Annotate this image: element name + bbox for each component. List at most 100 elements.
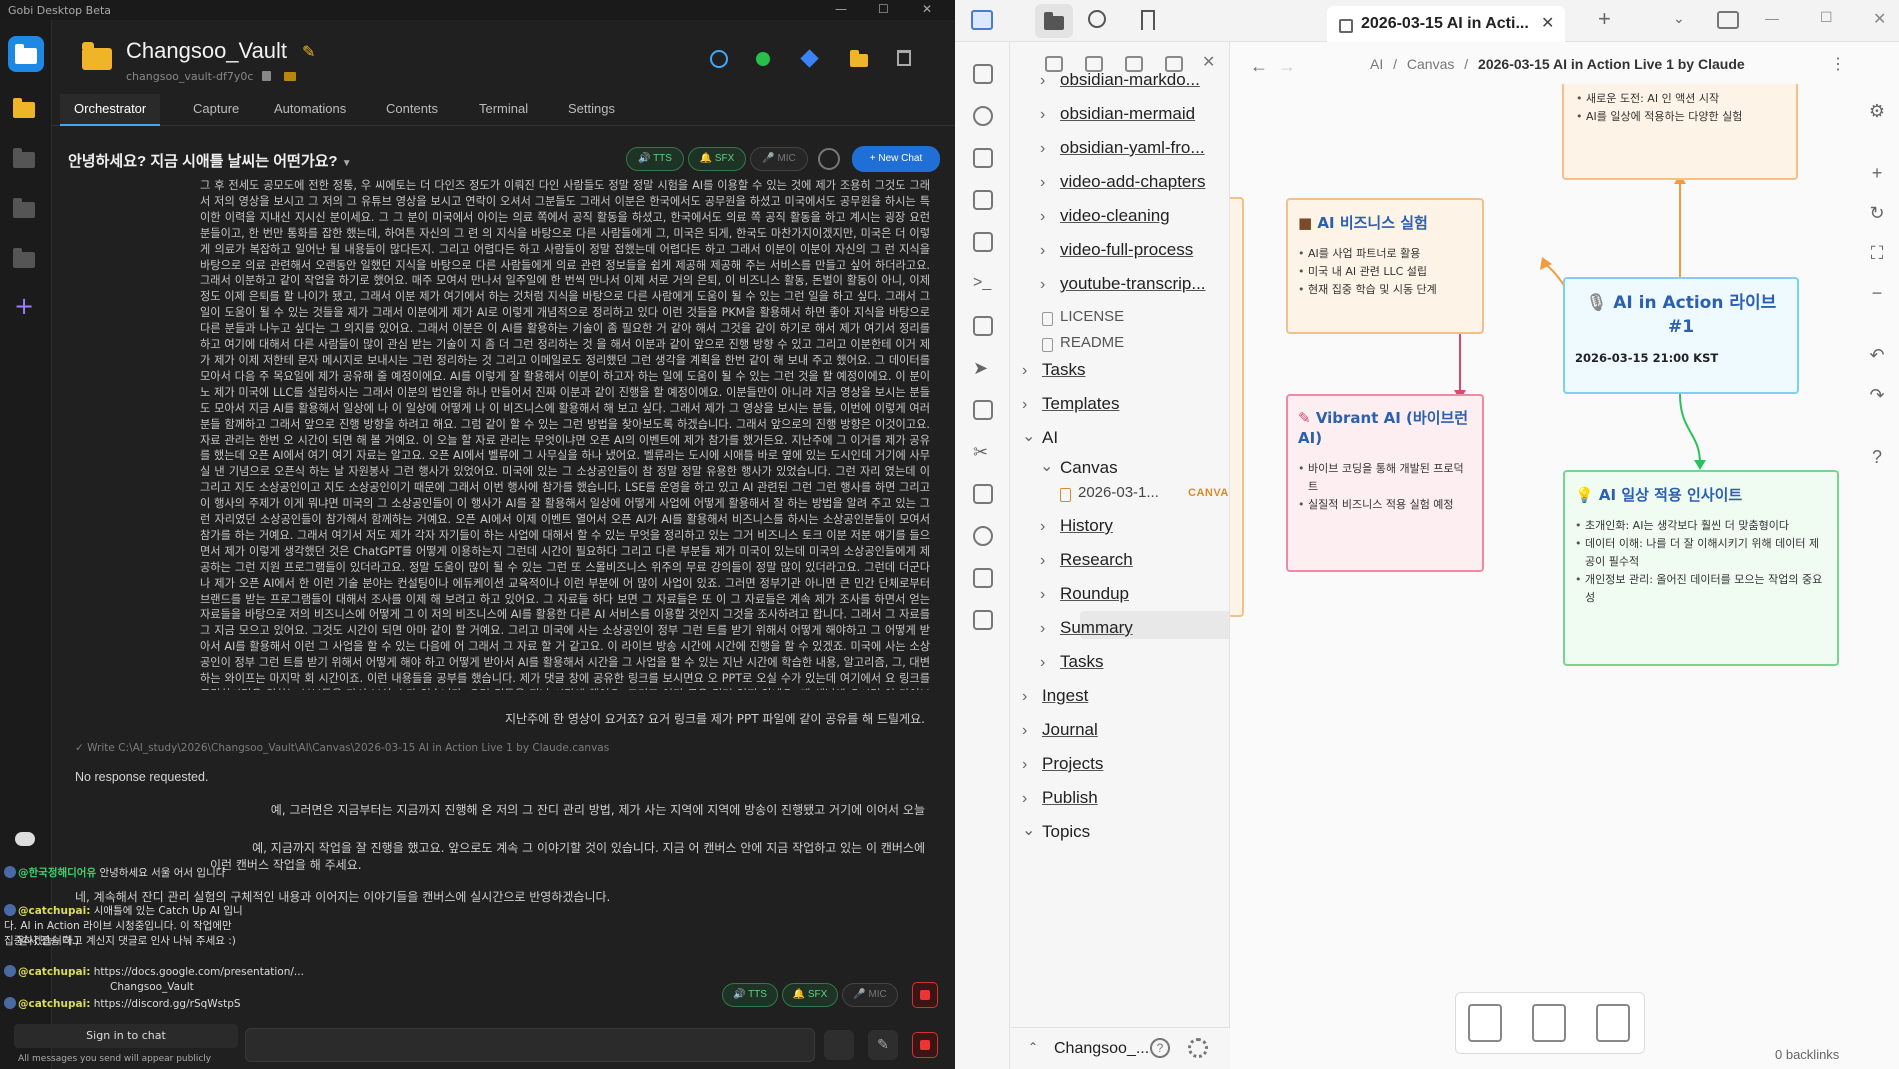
chevron-right-icon[interactable]: › — [1022, 362, 1027, 380]
open-folder-icon[interactable] — [284, 72, 296, 81]
tab-settings[interactable]: Settings — [554, 94, 629, 126]
tree-item[interactable]: › Projects — [1010, 754, 1229, 780]
undo-icon[interactable]: ↶ — [1868, 346, 1886, 364]
chevron-right-icon[interactable]: › — [1040, 620, 1045, 638]
stop-button[interactable] — [912, 982, 938, 1008]
tree-item[interactable]: ⌄ Topics — [1010, 820, 1229, 848]
tts-toggle[interactable]: 🔊 TTS — [626, 147, 684, 171]
chevron-right-icon[interactable]: › — [1040, 140, 1045, 158]
tab-orchestrator[interactable]: Orchestrator — [60, 94, 161, 126]
chat-bubble-icon[interactable] — [15, 832, 35, 846]
chevron-down-icon[interactable]: ⌄ — [1022, 426, 1035, 446]
templates-icon[interactable] — [973, 232, 993, 252]
chevron-right-icon[interactable]: › — [1022, 722, 1027, 740]
bookmark-icon[interactable] — [1141, 10, 1155, 30]
download-icon[interactable] — [973, 484, 993, 504]
chevron-right-icon[interactable]: › — [1040, 72, 1045, 90]
minimize-icon[interactable]: — — [1765, 10, 1779, 26]
chat-link[interactable]: https://discord.gg/rSqWstpS — [94, 998, 241, 1010]
settings-gear-icon[interactable] — [1188, 1038, 1208, 1058]
sfx-toggle-bottom[interactable]: 🔔 SFX — [782, 983, 838, 1007]
tree-item[interactable]: README — [1010, 334, 1229, 360]
send-button[interactable]: ✎ — [868, 1030, 898, 1060]
send-icon[interactable]: ➤ — [973, 358, 993, 378]
chevron-right-icon[interactable]: › — [1040, 586, 1045, 604]
tts-toggle-bottom[interactable]: 🔊 TTS — [722, 983, 778, 1007]
edit-pencil-icon[interactable]: ✎ — [302, 42, 315, 61]
list-icon[interactable] — [973, 400, 993, 420]
tree-item[interactable]: › obsidian-markdo... — [1010, 70, 1229, 96]
tree-item[interactable]: › video-full-process — [1010, 240, 1229, 266]
tab-capture[interactable]: Capture — [179, 94, 253, 126]
vault-switcher[interactable]: Changsoo_... — [1054, 1040, 1149, 1058]
search-icon[interactable] — [1088, 10, 1106, 28]
tree-item[interactable]: 2026-03-1... CANVAS — [1010, 484, 1229, 510]
help-icon[interactable]: ? — [1868, 448, 1886, 466]
chevron-down-icon[interactable]: ▼ — [342, 158, 352, 169]
chevron-right-icon[interactable]: › — [1040, 174, 1045, 192]
new-tab-icon[interactable]: + — [1598, 6, 1611, 32]
tree-item[interactable]: › Publish — [1010, 788, 1229, 814]
tree-item[interactable]: › History — [1010, 516, 1229, 542]
tree-item[interactable]: LICENSE — [1010, 308, 1229, 334]
sign-in-to-chat-button[interactable]: Sign in to chat — [14, 1024, 238, 1048]
tree-item[interactable]: › Roundup — [1010, 584, 1229, 610]
chevron-right-icon[interactable]: › — [1040, 518, 1045, 536]
fit-view-icon[interactable]: ⛶ — [1868, 244, 1886, 262]
tree-item[interactable]: › Ingest — [1010, 686, 1229, 712]
tab-automations[interactable]: Automations — [260, 94, 360, 126]
table-icon[interactable] — [973, 316, 993, 336]
chevron-down-icon[interactable]: ⌄ — [1040, 456, 1053, 476]
tree-item[interactable]: › obsidian-mermaid — [1010, 104, 1229, 130]
canvas-card-business[interactable]: ■ AI 비즈니스 실험 AI를 사업 파트너로 활용 미국 내 AI 관련 L… — [1286, 198, 1484, 334]
canvas-card-vibrant[interactable]: ✎ Vibrant AI (바이브런 AI) 바이브 코딩을 통해 개발된 프로… — [1286, 394, 1484, 572]
git-icon[interactable] — [973, 526, 993, 546]
tree-item[interactable]: › video-add-chapters — [1010, 172, 1229, 198]
tab-terminal[interactable]: Terminal — [465, 94, 542, 126]
canvas-icon[interactable] — [973, 148, 993, 168]
terminal-icon[interactable]: >_ — [973, 274, 993, 294]
tab-canvas-note[interactable]: 2026-03-15 AI in Acti... ✕ — [1327, 6, 1565, 42]
vault-folder-button[interactable] — [13, 198, 39, 220]
tab-contents[interactable]: Contents — [372, 94, 452, 126]
folder-button[interactable] — [850, 50, 868, 68]
chevron-down-icon[interactable]: ⌄ — [1022, 820, 1035, 840]
chevron-right-icon[interactable]: › — [1040, 242, 1045, 260]
tree-item[interactable]: › Summary — [1010, 618, 1229, 644]
add-note-icon[interactable] — [1532, 1004, 1566, 1042]
vault-folder-button[interactable] — [13, 148, 39, 170]
chat-link[interactable]: https://docs.google.com/presentation/... — [94, 966, 304, 978]
file-explorer-button[interactable] — [1035, 4, 1073, 38]
vault-folder-button[interactable] — [13, 248, 39, 270]
trash-icon[interactable] — [897, 50, 911, 66]
new-note-icon[interactable] — [973, 64, 993, 84]
help-icon[interactable]: ? — [1150, 1038, 1170, 1058]
maximize-icon[interactable]: ☐ — [1820, 9, 1833, 26]
tree-item[interactable]: › Tasks — [1010, 360, 1229, 386]
chevron-right-icon[interactable]: › — [1022, 756, 1027, 774]
minimize-icon[interactable]: — — [835, 2, 847, 16]
canvas-card-insight[interactable]: 💡 AI 일상 적용 인사이트 초개인화: AI는 생각보다 훨씬 더 맞춤형이… — [1563, 470, 1839, 666]
canvas-card-main[interactable]: 🎙 AI in Action 라이브 #1 2026-03-15 21:00 K… — [1563, 277, 1799, 394]
canvas-card-partial-left[interactable] — [1230, 197, 1244, 617]
tree-item[interactable]: › video-cleaning — [1010, 206, 1229, 232]
chevron-right-icon[interactable]: › — [1040, 276, 1045, 294]
canvas-card-top[interactable]: 새로운 도전: AI 인 액션 시작 AI를 일상에 적용하는 다양한 실험 — [1562, 84, 1798, 180]
status-dot-icon[interactable] — [756, 52, 770, 66]
vault-switch-chevron-icon[interactable]: ⌃ — [1028, 1040, 1038, 1054]
chat-title[interactable]: 안녕하세요? 지금 시애틀 날씨는 어떤가요? ▼ — [68, 150, 352, 171]
tool-write-line[interactable]: ✓ Write C:\AI_study\2026\Changsoo_Vault\… — [75, 742, 609, 754]
chevron-right-icon[interactable]: › — [1022, 790, 1027, 808]
mic-toggle[interactable]: 🎤 MIC — [750, 147, 808, 171]
tree-item[interactable]: › youtube-transcrip... — [1010, 274, 1229, 300]
close-icon[interactable]: ✕ — [1873, 9, 1886, 29]
mic-toggle-bottom[interactable]: 🎤 MIC — [842, 983, 898, 1007]
calendar-icon[interactable] — [973, 190, 993, 210]
tree-item[interactable]: › Templates — [1010, 394, 1229, 420]
attach-button[interactable] — [824, 1030, 854, 1060]
trash-icon[interactable] — [973, 568, 993, 588]
tree-item[interactable]: ⌄ AI — [1010, 426, 1229, 454]
tree-item[interactable]: › Journal — [1010, 720, 1229, 746]
canvas-settings-icon[interactable]: ⚙ — [1868, 102, 1886, 120]
chevron-right-icon[interactable]: › — [1040, 208, 1045, 226]
